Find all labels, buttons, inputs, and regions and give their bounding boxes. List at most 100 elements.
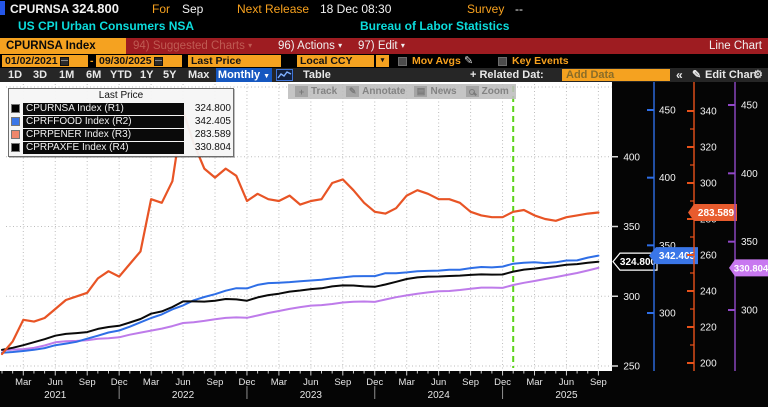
collapse-chevrons[interactable]: « [676,68,683,82]
chart-controls-bar: 01/02/2021 - 09/30/2025 Last Price Local… [0,54,768,68]
svg-text:Mar: Mar [526,377,542,388]
overlay-annotate-button[interactable]: ✎Annotate [346,86,405,97]
bloomberg-terminal-window: CPURNSA 324.800 For Sep Next Release 18 … [0,0,768,407]
legend-row[interactable]: CPURNSA Index (R1)324.800 [11,102,231,115]
x-axis: MarJunSepDecMarJunSepDecMarJunSepDecMarJ… [2,371,607,401]
svg-text:2025: 2025 [555,390,578,401]
svg-text:Sep: Sep [79,377,96,388]
data-source: Bureau of Labor Statistics [360,19,509,33]
range-tab-1d[interactable]: 1D [8,68,22,82]
ticker: CPURNSA [10,2,69,16]
security-input[interactable]: CPURNSA Index [0,38,126,54]
svg-text:260: 260 [700,251,717,262]
svg-text:Sep: Sep [462,377,479,388]
svg-text:2024: 2024 [428,390,451,401]
actions-menu[interactable]: 96) Actions ▾ [278,38,342,54]
svg-text:2023: 2023 [300,390,323,401]
overlay-track-button[interactable]: +Track [295,86,337,97]
svg-text:300: 300 [700,179,717,190]
calendar-icon[interactable] [154,57,163,66]
svg-text:Jun: Jun [559,377,574,388]
quote-bar: CPURNSA 324.800 For Sep Next Release 18 … [0,0,768,16]
line-chart-type-icon[interactable] [276,69,293,81]
mov-avgs-pencil-icon[interactable]: ✎ [464,54,473,67]
overlay-news-button[interactable]: ▤News [414,86,456,97]
for-label: For [152,2,170,16]
range-tab-ytd[interactable]: YTD [110,68,132,82]
legend-title: Last Price [11,90,231,102]
series-ticker: CPURNSA Index (R1) [23,103,184,115]
mov-avgs-checkbox[interactable] [398,57,407,66]
track-icon: + [295,86,308,97]
axis-tag-R3[interactable]: 283.589 [688,204,737,221]
table-button[interactable]: Table [303,68,331,82]
svg-text:283.589: 283.589 [698,208,735,219]
range-tab-6m[interactable]: 6M [86,68,101,82]
related-data-label: + Related Dat: [470,68,544,82]
axis-R2: 450400350300 [647,82,676,371]
axis-tag-R4[interactable]: 330.804 [729,259,768,276]
svg-text:320: 320 [700,143,717,154]
key-events-label: Key Events [512,54,569,68]
svg-text:342.405: 342.405 [659,251,696,262]
security-name: US CPI Urban Consumers NSA [18,19,194,33]
range-tab-1m[interactable]: 1M [59,68,74,82]
svg-text:350: 350 [623,222,640,233]
svg-text:Jun: Jun [303,377,318,388]
svg-text:Sep: Sep [590,377,607,388]
edit-chart-pencil-icon[interactable]: ✎ [692,68,701,82]
series-last-value: 330.804 [187,142,231,153]
calendar-icon[interactable] [60,57,69,66]
legend-row[interactable]: CPRPENER Index (R3)283.589 [11,128,231,141]
annotate-icon: ✎ [346,86,359,97]
svg-text:240: 240 [700,287,717,298]
suggested-charts-menu[interactable]: 94) Suggested Charts ▾ [133,38,252,54]
svg-text:220: 220 [700,323,717,334]
svg-text:2021: 2021 [44,390,67,401]
svg-text:324.800: 324.800 [620,257,657,268]
series-swatch [11,117,20,126]
date-range-dash: - [90,54,94,68]
svg-text:Mar: Mar [15,377,31,388]
svg-text:400: 400 [741,169,758,180]
gear-icon[interactable]: ⚙ [753,68,763,82]
chart-tools-overlay: +Track ✎Annotate ▤News Zoom [288,84,516,99]
edit-menu[interactable]: 97) Edit ▾ [358,38,405,54]
svg-text:Sep: Sep [207,377,224,388]
series-ticker: CPRPENER Index (R3) [23,129,184,141]
series-last-value: 283.589 [187,129,231,140]
next-release-label: Next Release [237,2,309,16]
start-date-input[interactable]: 01/02/2021 [2,55,88,67]
axis-R4: 450400350300 [728,82,758,371]
range-tab-1y[interactable]: 1Y [140,68,153,82]
svg-text:Jun: Jun [48,377,63,388]
legend-row[interactable]: CPRFFOOD Index (R2)342.405 [11,115,231,128]
range-tab-3d[interactable]: 3D [33,68,47,82]
legend-row[interactable]: CPRPAXFE Index (R4)330.804 [11,141,231,154]
series-ticker: CPRFFOOD Index (R2) [23,116,184,128]
chart-legend[interactable]: Last Price CPURNSA Index (R1)324.800CPRF… [8,88,234,157]
next-release-value: 18 Dec 08:30 [320,2,391,16]
overlay-zoom-button[interactable]: Zoom [466,86,509,97]
svg-text:300: 300 [659,309,676,320]
mov-avgs-label: Mov Avgs [412,54,461,68]
for-value: Sep [182,2,203,16]
range-tab-5y[interactable]: 5Y [163,68,176,82]
add-data-input[interactable]: Add Data [562,69,670,81]
series-last-value: 324.800 [187,103,231,114]
series-swatch [11,130,20,139]
price-field-select[interactable]: Last Price [188,55,281,67]
key-events-checkbox[interactable] [498,57,507,66]
edit-chart-button[interactable]: Edit Chart [705,68,758,82]
range-toolbar: 1D 3D 1M 6M YTD 1Y 5Y Max Monthly ▼ Table + Rel… [0,68,768,82]
currency-dropdown-arrow[interactable]: ▾ [376,55,389,67]
range-tab-max[interactable]: Max [188,68,209,82]
svg-text:Jun: Jun [175,377,190,388]
survey-label: Survey [467,2,504,16]
chart-type-label: Line Chart [709,38,762,54]
svg-text:300: 300 [741,306,758,317]
period-select[interactable]: Monthly ▼ [216,68,272,82]
currency-select[interactable]: Local CCY [297,55,374,67]
end-date-input[interactable]: 09/30/2025 [96,55,182,67]
zoom-icon [466,86,479,97]
